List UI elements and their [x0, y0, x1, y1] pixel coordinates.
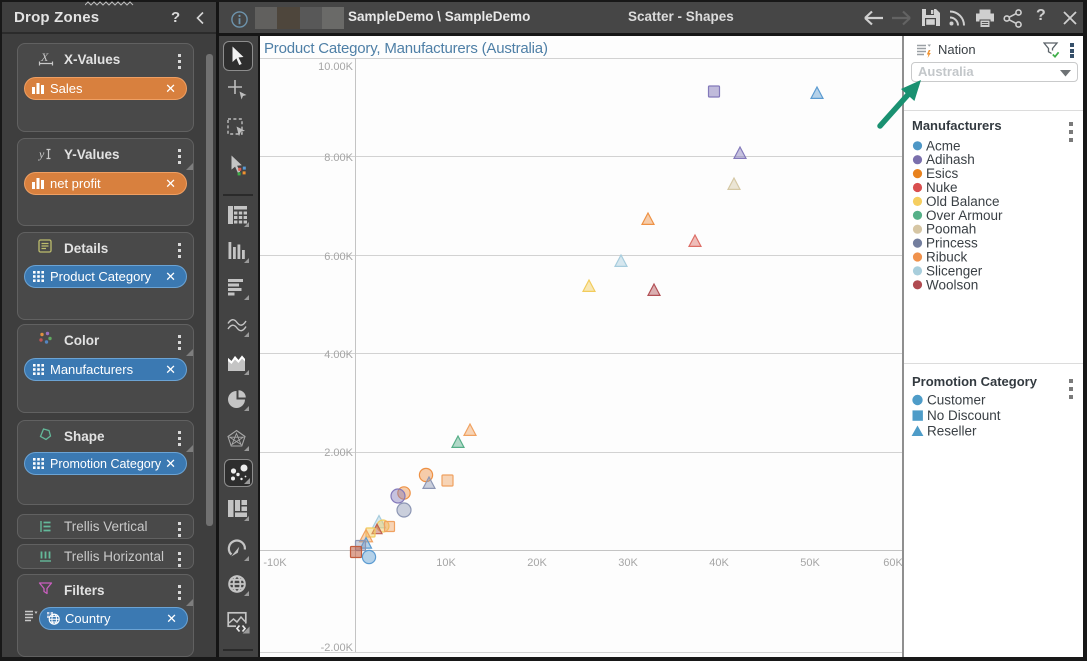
svg-text:Nuke: Nuke: [926, 180, 958, 195]
svg-text:Slicenger: Slicenger: [926, 263, 983, 278]
svg-text:Reseller: Reseller: [927, 424, 977, 439]
svg-text:10K: 10K: [436, 557, 456, 569]
svg-text:No Discount: No Discount: [927, 408, 1001, 423]
svg-text:10.00K: 10.00K: [318, 61, 354, 73]
svg-text:20K: 20K: [527, 557, 547, 569]
svg-text:Ribuck: Ribuck: [926, 250, 968, 265]
svg-text:30K: 30K: [618, 557, 638, 569]
svg-text:60K: 60K: [883, 557, 902, 569]
svg-text:4.00K: 4.00K: [324, 349, 353, 361]
svg-text:Acme: Acme: [926, 138, 961, 153]
svg-text:Poomah: Poomah: [926, 222, 976, 237]
svg-text:X: X: [40, 50, 49, 64]
svg-text:Customer: Customer: [927, 393, 986, 408]
svg-text:y: y: [38, 147, 45, 161]
svg-text:Esics: Esics: [926, 166, 959, 181]
svg-text:8.00K: 8.00K: [324, 152, 353, 164]
svg-text:-2.00K: -2.00K: [321, 642, 354, 654]
svg-text:Old Balance: Old Balance: [926, 194, 1000, 209]
svg-text:Over Armour: Over Armour: [926, 208, 1003, 223]
svg-text:40K: 40K: [709, 557, 729, 569]
svg-text:-10K: -10K: [263, 557, 287, 569]
svg-text:2.00K: 2.00K: [324, 447, 353, 459]
svg-text:Woolson: Woolson: [926, 277, 978, 292]
svg-text:Adihash: Adihash: [926, 152, 975, 167]
svg-text:Princess: Princess: [926, 236, 978, 251]
svg-text:6.00K: 6.00K: [324, 251, 353, 263]
svg-text:50K: 50K: [800, 557, 820, 569]
svg-text:Product Category, Manufacturer: Product Category, Manufacturers (Austral…: [264, 40, 548, 57]
